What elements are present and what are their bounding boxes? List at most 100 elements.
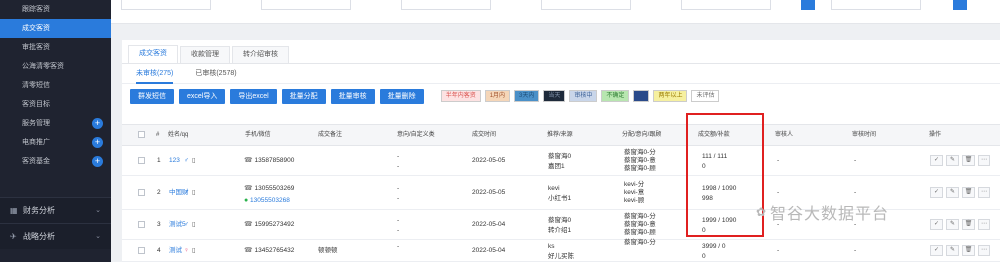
tab-referral-review[interactable]: 转介绍审核 bbox=[232, 46, 289, 63]
row-checkbox[interactable] bbox=[138, 189, 145, 196]
sidebar-group[interactable]: ✈ 战略分析 ⌄ bbox=[0, 223, 111, 249]
legend-tag[interactable]: 不确定 bbox=[601, 90, 630, 102]
subtab-unreviewed[interactable]: 未审核(275) bbox=[136, 64, 174, 84]
sidebar-group-label: 战略分析 bbox=[23, 232, 55, 241]
col-phone: 手机/微信 bbox=[245, 132, 271, 138]
tab-payments[interactable]: 收款管理 bbox=[180, 46, 230, 63]
table-row[interactable]: 1 123 ♂ ▯ ☎ 13587858900 - - 2022-05-05 蔡窗海0 嘉团1 蔡窗… bbox=[122, 146, 1000, 176]
legend-tag[interactable]: 未评估 bbox=[691, 90, 720, 102]
filter-input-5[interactable] bbox=[681, 0, 771, 10]
source-line-1: 蔡窗海0 bbox=[548, 217, 572, 224]
edit-icon[interactable]: ✎ bbox=[946, 187, 959, 198]
sidebar-item[interactable]: 电商推广 + bbox=[0, 133, 111, 152]
filter-input-1[interactable] bbox=[121, 0, 211, 10]
assign-line: 蔡窗海0-顾 bbox=[624, 165, 656, 172]
filter-input-6[interactable] bbox=[831, 0, 921, 10]
phone-cell: ☎ 13055503269 bbox=[244, 184, 294, 194]
legend-tag[interactable]: 审核中 bbox=[569, 90, 598, 102]
bank-icon: ▦ bbox=[10, 206, 18, 215]
sidebar-item[interactable]: 审批客资 bbox=[0, 38, 111, 57]
more-icon[interactable]: ⋯ bbox=[978, 245, 990, 256]
edit-icon[interactable]: ✎ bbox=[946, 155, 959, 166]
legend-tag[interactable]: 无 bbox=[633, 90, 650, 102]
deal-date: 2022-05-04 bbox=[472, 221, 506, 228]
sidebar-item[interactable]: 客资目标 bbox=[0, 95, 111, 114]
col-actions: 操作 bbox=[929, 132, 942, 138]
approve-icon[interactable]: ✓ bbox=[930, 245, 943, 256]
sidebar-item[interactable]: 跟踪客资 bbox=[0, 0, 111, 19]
wechat-id[interactable]: 13055503268 bbox=[250, 197, 290, 204]
subtab-reviewed[interactable]: 已审核(2578) bbox=[195, 64, 236, 84]
delete-icon[interactable]: 🗑 bbox=[962, 155, 975, 166]
row-checkbox[interactable] bbox=[138, 247, 145, 254]
mobile-device-icon: ▯ bbox=[192, 221, 196, 228]
approve-icon[interactable]: ✓ bbox=[930, 155, 943, 166]
legend-tag[interactable]: 3天内 bbox=[514, 90, 540, 102]
select-all-checkbox[interactable] bbox=[138, 131, 145, 138]
legend-tag[interactable]: 两年以上 bbox=[653, 90, 688, 102]
sidebar-item[interactable]: 客资基金 + bbox=[0, 152, 111, 171]
plane-icon: ✈ bbox=[10, 232, 17, 241]
delete-icon[interactable]: 🗑 bbox=[962, 245, 975, 256]
delete-icon[interactable]: 🗑 bbox=[962, 187, 975, 198]
sidebar-item[interactable]: 公海清零客资 bbox=[0, 57, 111, 76]
edit-icon[interactable]: ✎ bbox=[946, 245, 959, 256]
legend-tag[interactable]: 当天 bbox=[543, 90, 566, 102]
female-gender-icon: ♀ bbox=[184, 247, 189, 254]
intent-line-1: - bbox=[397, 243, 400, 250]
assign-line: 蔡窗海0-分 bbox=[624, 239, 656, 246]
sidebar-item[interactable]: 清零短信 bbox=[0, 76, 111, 95]
more-icon[interactable]: ⋯ bbox=[978, 187, 990, 198]
amount-supplement: 0 bbox=[702, 253, 706, 260]
more-icon[interactable]: ⋯ bbox=[978, 219, 990, 230]
phone-number: 15995273492 bbox=[254, 221, 295, 228]
chevron-down-icon: ⌄ bbox=[95, 233, 101, 240]
expand-plus-icon[interactable]: + bbox=[92, 137, 103, 148]
filter-input-4[interactable] bbox=[541, 0, 631, 10]
approve-icon[interactable]: ✓ bbox=[930, 219, 943, 230]
sidebar-group[interactable]: ▦ 财务分析 ⌄ bbox=[0, 197, 111, 223]
legend-tag[interactable]: 1月内 bbox=[484, 90, 511, 102]
tab-bar: 成交客资 收款管理 转介绍审核 bbox=[122, 40, 1000, 64]
source-line-2: 转介绍1 bbox=[548, 227, 572, 234]
phone-number: 13587858900 bbox=[254, 157, 295, 164]
sidebar-item[interactable]: 成交客资 bbox=[0, 19, 111, 38]
tab-deals[interactable]: 成交客资 bbox=[128, 45, 178, 63]
row-checkbox[interactable] bbox=[138, 221, 145, 228]
table-row[interactable]: 4 测试 ♀ ▯ ☎ 13452765432 顿顿顿 - 2022-05-04 ks 好儿买陈 蔡窗… bbox=[122, 239, 1000, 262]
reset-button[interactable] bbox=[953, 0, 967, 10]
more-icon[interactable]: ⋯ bbox=[978, 155, 990, 166]
deal-date: 2022-05-04 bbox=[472, 247, 506, 254]
expand-plus-icon[interactable]: + bbox=[92, 118, 103, 129]
filter-input-3[interactable] bbox=[401, 0, 491, 10]
bulk-delete-button[interactable]: 批量删除 bbox=[379, 88, 424, 104]
row-index: 1 bbox=[157, 157, 161, 164]
audit-time: - bbox=[854, 247, 857, 254]
legend-tag[interactable]: 半年内客资 bbox=[440, 90, 481, 102]
col-auditor: 审核人 bbox=[775, 132, 794, 138]
sidebar-item[interactable]: 服务管理 + bbox=[0, 114, 111, 133]
edit-icon[interactable]: ✎ bbox=[946, 219, 959, 230]
filter-input-2[interactable] bbox=[261, 0, 351, 10]
sidebar-item-label: 电商推广 bbox=[22, 139, 50, 146]
source-line-1: ks bbox=[548, 243, 555, 250]
mobile-device-icon: ▯ bbox=[192, 157, 196, 164]
source-line-2: 好儿买陈 bbox=[548, 253, 574, 260]
mobile-device-icon: ▯ bbox=[192, 247, 196, 254]
approve-icon[interactable]: ✓ bbox=[930, 187, 943, 198]
bulk-assign-button[interactable]: 批量分配 bbox=[281, 88, 326, 104]
deal-date: 2022-05-05 bbox=[472, 189, 506, 196]
delete-icon[interactable]: 🗑 bbox=[962, 219, 975, 230]
customer-name-link[interactable]: 测试 bbox=[169, 246, 182, 256]
expand-plus-icon[interactable]: + bbox=[92, 156, 103, 167]
bulk-review-button[interactable]: 批量审核 bbox=[330, 88, 375, 104]
row-index: 4 bbox=[157, 247, 161, 254]
sidebar-item-label: 客资目标 bbox=[22, 101, 50, 108]
bulk-sms-button[interactable]: 群发短信 bbox=[130, 88, 174, 104]
excel-import-button[interactable]: excel导入 bbox=[179, 88, 226, 104]
row-checkbox[interactable] bbox=[138, 157, 145, 164]
customer-name-link[interactable]: 123 bbox=[169, 156, 180, 166]
search-button[interactable] bbox=[801, 0, 815, 10]
wechat-logo-icon: ✿ bbox=[756, 205, 767, 219]
excel-export-button[interactable]: 导出excel bbox=[230, 88, 277, 104]
